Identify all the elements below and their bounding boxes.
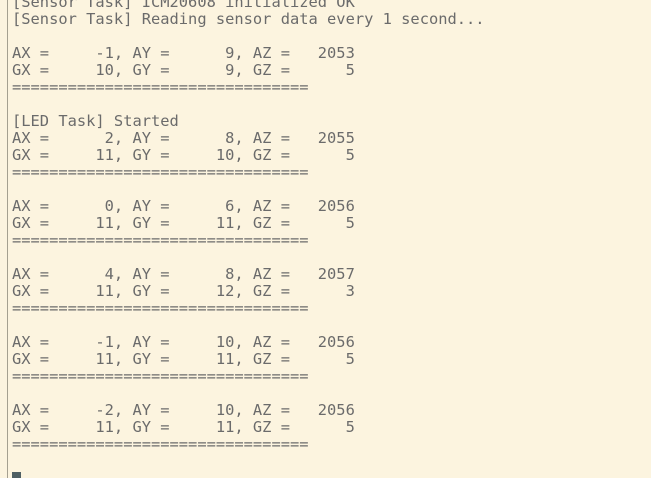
terminal-line: GX = 11, GY = 12, GZ = 3: [12, 282, 355, 300]
terminal-line: GX = 11, GY = 10, GZ = 5: [12, 146, 355, 164]
terminal-line: [LED Task] Started: [12, 112, 179, 130]
terminal-line: AX = 4, AY = 8, AZ = 2057: [12, 265, 355, 283]
terminal-line: ================================: [12, 299, 309, 317]
terminal-line: AX = 2, AY = 8, AZ = 2055: [12, 129, 355, 147]
terminal-line: ================================: [12, 435, 309, 453]
terminal-line: GX = 11, GY = 11, GZ = 5: [12, 418, 355, 436]
terminal-line: AX = 0, AY = 6, AZ = 2056: [12, 197, 355, 215]
terminal-line: AX = -1, AY = 9, AZ = 2053: [12, 44, 355, 62]
terminal-line: ================================: [12, 231, 309, 249]
terminal-line: ================================: [12, 78, 309, 96]
terminal-output: [Sensor Task] ICM20608 initialized OK [Se…: [12, 0, 485, 453]
terminal-cursor: [12, 472, 21, 478]
terminal-line: ================================: [12, 163, 309, 181]
serial-terminal[interactable]: [Sensor Task] ICM20608 initialized OK [Se…: [0, 0, 651, 478]
terminal-line: GX = 11, GY = 11, GZ = 5: [12, 214, 355, 232]
terminal-line: AX = -1, AY = 10, AZ = 2056: [12, 333, 355, 351]
terminal-line: ================================: [12, 367, 309, 385]
terminal-left-border: [7, 0, 8, 478]
terminal-line: GX = 11, GY = 11, GZ = 5: [12, 350, 355, 368]
terminal-line: [Sensor Task] Reading sensor data every …: [12, 10, 485, 28]
terminal-line: AX = -2, AY = 10, AZ = 2056: [12, 401, 355, 419]
terminal-line: GX = 10, GY = 9, GZ = 5: [12, 61, 355, 79]
